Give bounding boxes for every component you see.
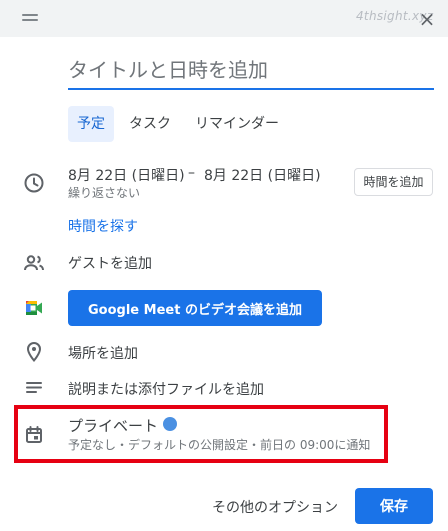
highlight-box xyxy=(14,405,388,463)
location-pin-icon xyxy=(22,340,46,364)
repeat-setting[interactable]: 繰り返さない xyxy=(68,184,140,201)
drag-handle-icon[interactable] xyxy=(22,14,38,24)
people-icon xyxy=(22,251,46,275)
add-google-meet-button[interactable]: Google Meet のビデオ会議を追加 xyxy=(68,290,322,326)
event-type-tabs: 予定 タスク リマインダー xyxy=(68,106,294,142)
description-lines-icon xyxy=(22,376,46,400)
tab-event[interactable]: 予定 xyxy=(68,106,114,142)
add-description-field[interactable]: 説明または添付ファイルを追加 xyxy=(68,379,264,399)
google-meet-icon xyxy=(22,296,46,320)
date-separator: – xyxy=(188,165,195,181)
title-input[interactable] xyxy=(68,52,434,90)
clock-icon xyxy=(22,171,46,195)
close-button[interactable]: × xyxy=(414,6,440,32)
start-date[interactable]: 8月 22日 (日曜日) xyxy=(68,165,185,185)
tab-reminder[interactable]: リマインダー xyxy=(186,106,288,142)
save-button[interactable]: 保存 xyxy=(355,488,433,524)
end-date[interactable]: 8月 22日 (日曜日) xyxy=(204,165,321,185)
add-time-button[interactable]: 時間を追加 xyxy=(354,168,433,196)
dialog-header-bar[interactable]: 4thsight.xyz × xyxy=(0,0,448,37)
more-options-button[interactable]: その他のオプション xyxy=(200,490,350,526)
add-location-field[interactable]: 場所を追加 xyxy=(68,343,138,363)
add-guests-field[interactable]: ゲストを追加 xyxy=(68,253,152,273)
find-time-link[interactable]: 時間を探す xyxy=(68,216,138,236)
tab-task[interactable]: タスク xyxy=(120,106,180,142)
